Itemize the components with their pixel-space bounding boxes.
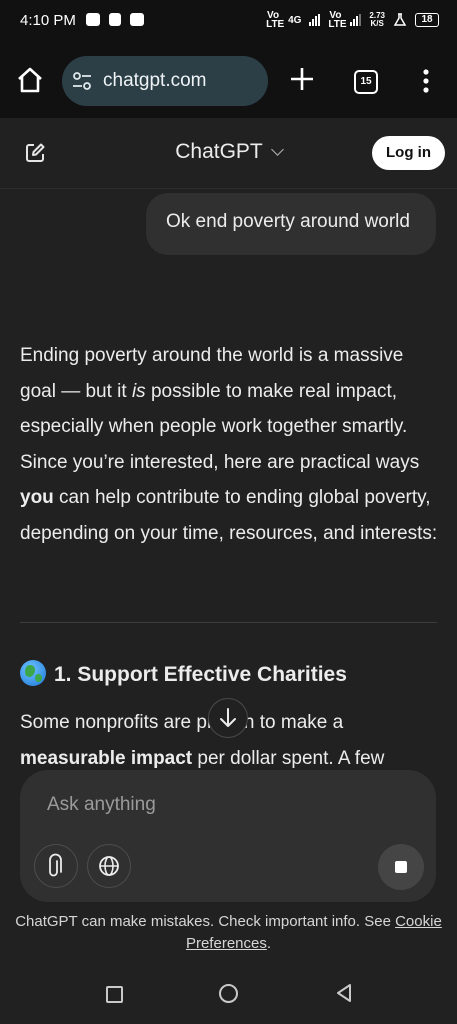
url-text[interactable]: chatgpt.com xyxy=(103,70,207,92)
globe-emoji-icon xyxy=(20,660,46,686)
cookie-link[interactable]: Cookie xyxy=(395,913,442,930)
status-bar: 4:10 PM Vo LTE 4G Vo LTE 2.73 K/S 18 xyxy=(0,0,457,44)
signal-icon xyxy=(309,14,321,26)
tab-switcher-button[interactable]: 15 xyxy=(354,70,378,94)
assistant-message: Ending poverty around the world is a mas… xyxy=(20,338,440,551)
volte-label-2: Vo LTE xyxy=(328,10,347,30)
disclaimer-end: . xyxy=(266,935,272,952)
globe-icon[interactable] xyxy=(88,845,130,887)
preferences-link[interactable]: Preferences xyxy=(186,935,267,952)
section-heading: 1. Support Effective Charities xyxy=(20,660,347,687)
battery-level: 18 xyxy=(415,13,439,27)
notification-icon xyxy=(86,13,100,26)
disclaimer: ChatGPT can make mistakes. Check importa… xyxy=(0,911,457,955)
stop-icon[interactable] xyxy=(378,844,424,890)
home-circle-icon[interactable] xyxy=(219,984,238,1003)
composer: Ask anything xyxy=(20,770,436,902)
notification-icons xyxy=(86,13,144,26)
prompt-input[interactable]: Ask anything xyxy=(47,794,156,816)
section-text: Some nonprofits are proven to make a xyxy=(20,712,344,733)
app-header: ChatGPT Log in xyxy=(0,118,457,189)
arrow-down-icon[interactable] xyxy=(209,699,247,737)
system-nav-bar xyxy=(0,960,457,1024)
browser-toolbar: chatgpt.com 15 xyxy=(0,44,457,118)
home-icon[interactable] xyxy=(14,64,46,96)
attach-button[interactable] xyxy=(34,844,78,888)
section-bold: measurable impact xyxy=(20,748,193,769)
notification-icon xyxy=(130,13,144,26)
status-time: 4:10 PM xyxy=(20,12,76,29)
status-right: Vo LTE 4G Vo LTE 2.73 K/S 18 xyxy=(266,10,439,30)
search-web-button[interactable] xyxy=(87,844,131,888)
back-triangle-icon[interactable] xyxy=(334,983,354,1003)
login-button[interactable]: Log in xyxy=(372,136,445,170)
network-speed-unit: K/S xyxy=(370,19,384,28)
paperclip-icon[interactable] xyxy=(35,845,77,887)
chevron-down-icon[interactable] xyxy=(270,143,284,156)
address-bar[interactable]: chatgpt.com xyxy=(62,56,268,106)
section-heading-text: 1. Support Effective Charities xyxy=(54,663,347,686)
assistant-emphasis: is xyxy=(131,380,146,402)
volte-label-1: Vo LTE xyxy=(266,10,285,30)
network-speed: 2.73 K/S xyxy=(369,12,385,28)
tune-icon[interactable] xyxy=(72,72,92,90)
scroll-to-bottom-button[interactable] xyxy=(208,698,248,738)
page-title[interactable]: ChatGPT xyxy=(175,140,263,163)
signal-icon xyxy=(350,14,362,26)
divider xyxy=(20,622,437,623)
disclaimer-text: ChatGPT can make mistakes. Check importa… xyxy=(15,913,396,930)
android-icon xyxy=(109,13,121,26)
recents-icon[interactable] xyxy=(106,986,123,1003)
assistant-text: can help contribute to ending global pov… xyxy=(20,487,438,544)
assistant-bold: you xyxy=(20,487,54,508)
plus-icon[interactable] xyxy=(289,66,315,92)
section-text: per dollar spent. A few xyxy=(192,748,385,769)
lab-flask-icon xyxy=(393,13,407,26)
assistant-paragraph: Ending poverty around the world is a mas… xyxy=(20,338,440,551)
more-vert-icon[interactable] xyxy=(418,68,434,94)
user-message: Ok end poverty around world xyxy=(146,193,436,255)
network-gen-label: 4G xyxy=(288,14,302,26)
